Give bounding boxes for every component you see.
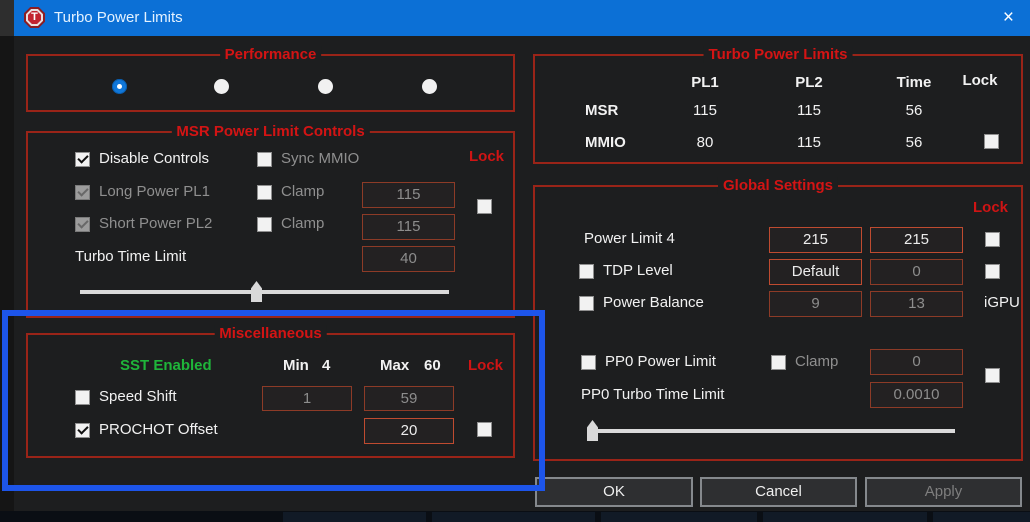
global-settings-group: Global Settings Lock Power Limit 4 215 2… <box>533 177 1023 461</box>
disable-controls-checkbox[interactable] <box>75 152 90 167</box>
power-balance-label: Power Balance <box>603 294 704 311</box>
titlebar[interactable]: T Turbo Power Limits × <box>14 0 1030 36</box>
power-limit-4-field-2[interactable]: 215 <box>870 227 963 253</box>
tpl-mmio-time: 56 <box>905 134 923 151</box>
performance-radio-3[interactable] <box>318 79 333 94</box>
tpl-header-time: Time <box>896 74 932 91</box>
tpl-group-title: Turbo Power Limits <box>703 46 853 63</box>
msr-group-title: MSR Power Limit Controls <box>171 123 370 140</box>
tdp-level-checkbox[interactable] <box>579 264 594 279</box>
pl1-power-field[interactable]: 115 <box>362 182 455 208</box>
power-limit-4-field-1[interactable]: 215 <box>769 227 862 253</box>
taskbar-segment <box>763 512 927 522</box>
clamp-pl1-checkbox[interactable] <box>257 185 272 200</box>
turbo-power-limits-group: Turbo Power Limits PL1 PL2 Time Lock MSR… <box>533 46 1023 164</box>
taskbar-strip <box>0 511 1030 522</box>
pp0-slider-track[interactable] <box>587 429 955 433</box>
pp0-turbo-time-limit-field[interactable]: 0.0010 <box>870 382 963 408</box>
tpl-mmio-pl1: 80 <box>696 134 714 151</box>
sync-mmio-checkbox[interactable] <box>257 152 272 167</box>
turbo-time-limit-field[interactable]: 40 <box>362 246 455 272</box>
tpl-header-pl1: PL1 <box>691 74 719 91</box>
taskbar-segment <box>601 512 757 522</box>
throttlestop-app-icon: T <box>24 7 45 28</box>
disable-controls-label: Disable Controls <box>99 150 210 167</box>
turbo-time-limit-label: Turbo Time Limit <box>75 248 187 265</box>
gs-lock-label: Lock <box>973 199 1009 216</box>
power-limit-4-lock-checkbox[interactable] <box>985 232 1000 247</box>
apply-button[interactable]: Apply <box>865 477 1022 507</box>
pp0-turbo-time-limit-label: PP0 Turbo Time Limit <box>581 386 725 403</box>
turbo-time-slider-thumb[interactable] <box>251 281 262 302</box>
sync-mmio-label: Sync MMIO <box>281 150 360 167</box>
ok-button[interactable]: OK <box>535 477 693 507</box>
pp0-slider-thumb[interactable] <box>587 420 598 441</box>
tpl-msr-pl1: 115 <box>693 102 717 119</box>
pp0-lock-checkbox[interactable] <box>985 368 1000 383</box>
tdp-level-field-2[interactable]: 0 <box>870 259 963 285</box>
short-power-pl2-label: Short Power PL2 <box>99 215 213 232</box>
desktop-edge <box>0 0 14 36</box>
power-balance-checkbox[interactable] <box>579 296 594 311</box>
performance-group: Performance <box>26 46 515 112</box>
highlight-annotation-box <box>2 310 545 491</box>
performance-radio-4[interactable] <box>422 79 437 94</box>
icon-letter: T <box>31 11 38 23</box>
pp0-power-limit-field[interactable]: 0 <box>870 349 963 375</box>
cancel-button[interactable]: Cancel <box>700 477 857 507</box>
taskbar-segment <box>933 512 1030 522</box>
power-balance-field-2[interactable]: 13 <box>870 291 963 317</box>
msr-power-limit-controls-group: MSR Power Limit Controls Disable Control… <box>26 123 515 318</box>
taskbar-segment <box>432 512 595 522</box>
clamp-pl2-checkbox[interactable] <box>257 217 272 232</box>
tpl-row-mmio-label: MMIO <box>585 134 626 151</box>
tpl-msr-time: 56 <box>905 102 923 119</box>
power-limit-4-label: Power Limit 4 <box>584 230 675 247</box>
tpl-header-pl2: PL2 <box>795 74 823 91</box>
short-power-pl2-checkbox[interactable] <box>75 217 90 232</box>
msr-lock-checkbox[interactable] <box>477 199 492 214</box>
tdp-level-field-1[interactable]: Default <box>769 259 862 285</box>
tpl-mmio-lock-checkbox[interactable] <box>984 134 999 149</box>
tpl-mmio-pl2: 115 <box>797 134 821 151</box>
pp0-power-limit-checkbox[interactable] <box>581 355 596 370</box>
pp0-clamp-checkbox[interactable] <box>771 355 786 370</box>
clamp-pl2-label: Clamp <box>281 215 325 232</box>
long-power-pl1-label: Long Power PL1 <box>99 183 210 200</box>
gs-group-title: Global Settings <box>717 177 839 194</box>
pl2-power-field[interactable]: 115 <box>362 214 455 240</box>
performance-group-title: Performance <box>219 46 322 63</box>
power-balance-field-1[interactable]: 9 <box>769 291 862 317</box>
performance-radio-2[interactable] <box>214 79 229 94</box>
close-icon[interactable]: × <box>1003 0 1014 36</box>
taskbar-segment <box>283 512 426 522</box>
tdp-level-label: TDP Level <box>603 262 673 279</box>
performance-radio-1[interactable] <box>112 79 127 94</box>
tdp-level-lock-checkbox[interactable] <box>985 264 1000 279</box>
long-power-pl1-checkbox[interactable] <box>75 185 90 200</box>
clamp-pl1-label: Clamp <box>281 183 325 200</box>
pp0-clamp-label: Clamp <box>795 353 839 370</box>
turbo-time-slider-track[interactable] <box>80 290 449 294</box>
msr-lock-label: Lock <box>469 148 505 165</box>
tpl-row-msr-label: MSR <box>585 102 619 119</box>
tpl-header-lock: Lock <box>962 72 998 89</box>
pp0-power-limit-label: PP0 Power Limit <box>605 353 716 370</box>
igpu-label: iGPU <box>984 294 1020 311</box>
window-title: Turbo Power Limits <box>54 9 183 26</box>
tpl-msr-pl2: 115 <box>797 102 821 119</box>
